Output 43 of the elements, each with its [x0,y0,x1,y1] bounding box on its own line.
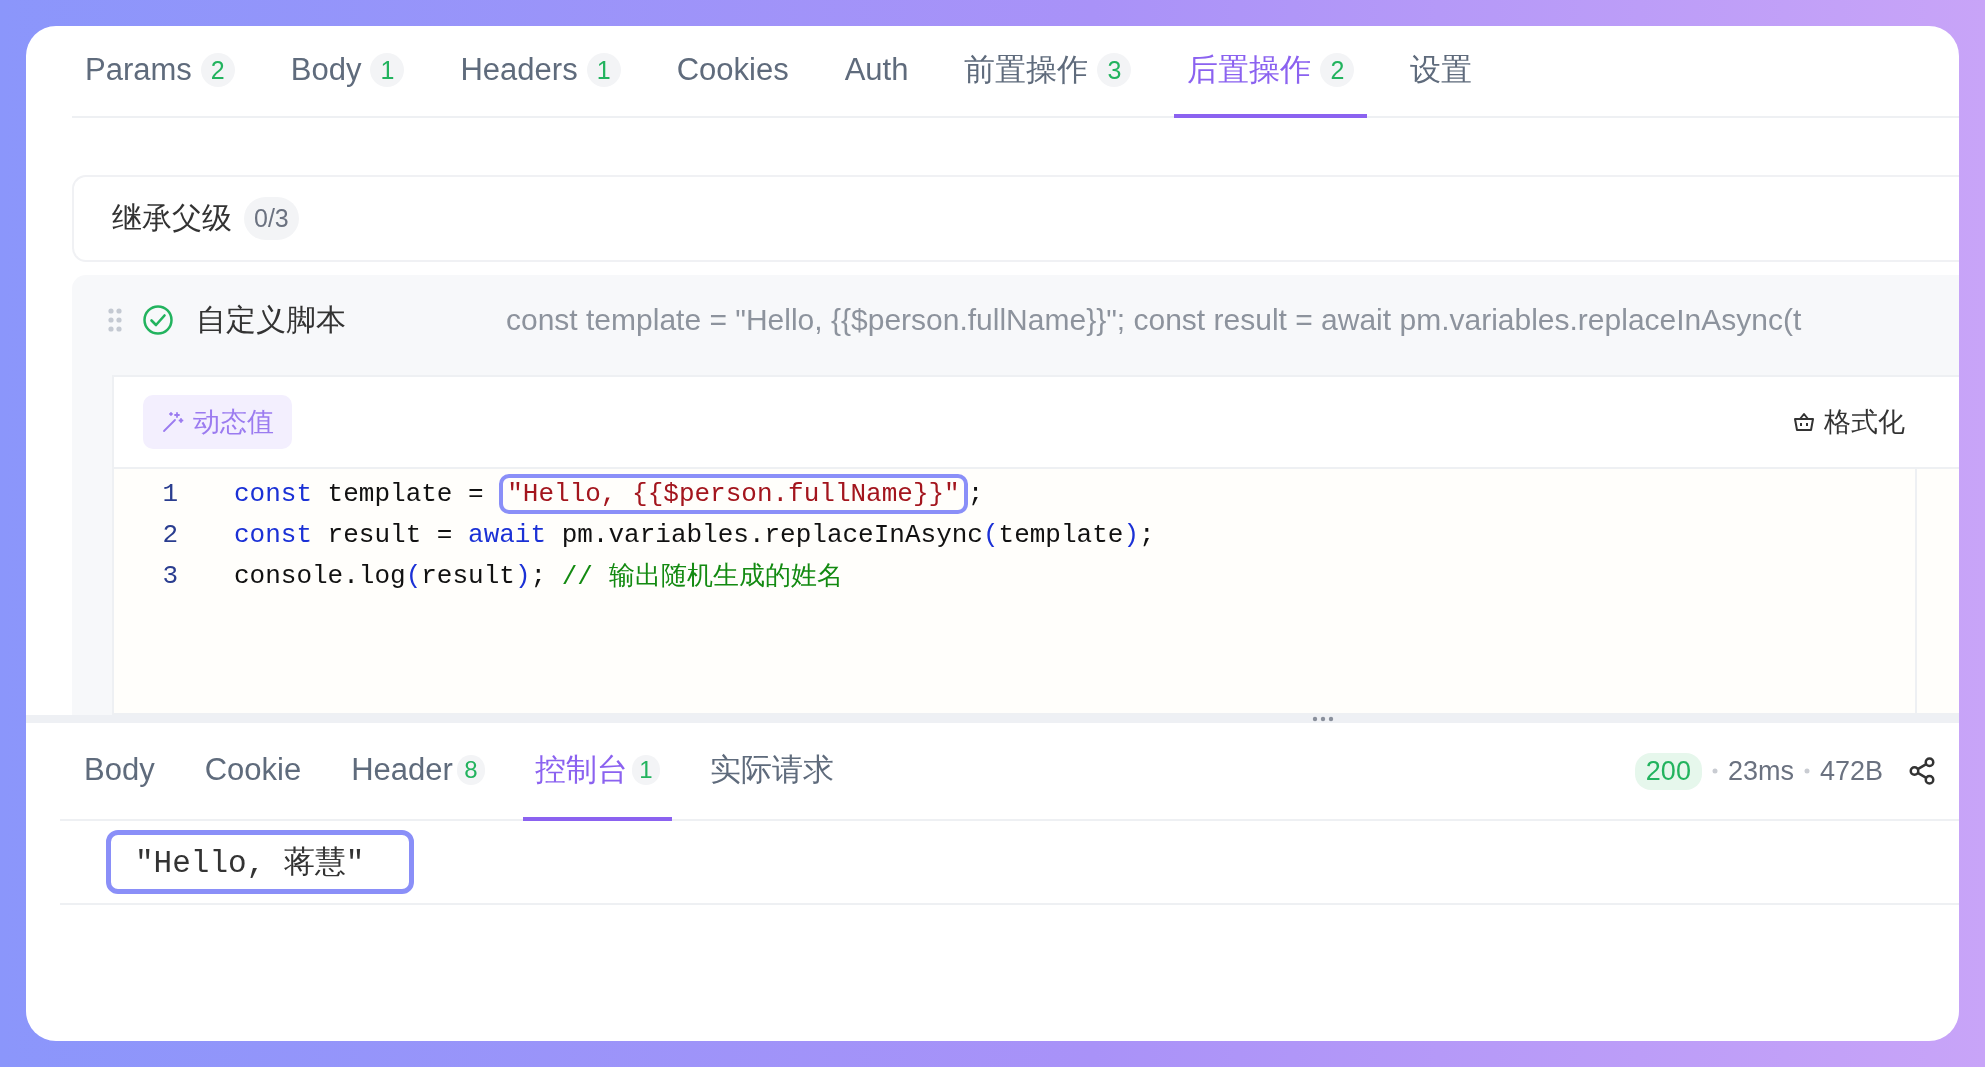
tab[interactable]: Params 2 [72,26,248,118]
tab-count: 3 [1097,53,1132,87]
response-tab[interactable]: 控制台 1 [522,723,672,821]
format-button[interactable]: 格式化 [1792,404,1905,440]
line-number: 3 [161,560,178,591]
response-size: 472B [1819,755,1883,787]
tab-count: 2 [200,53,235,87]
response-time: 23ms [1727,755,1794,787]
status-code: 200 [1634,752,1702,790]
tab[interactable]: Headers 1 [447,26,634,118]
tab[interactable]: Cookies [663,26,802,118]
separator-dot-icon [1711,768,1718,774]
script-title: 自定义脚本 [196,301,346,338]
magic-wand-icon [161,410,185,434]
basket-icon [1792,410,1816,434]
line-number: 1 [161,478,178,509]
line-number: 2 [161,519,178,550]
console-output: "Hello, 蒋慧" [106,830,414,894]
more-dots-icon[interactable] [1310,716,1335,722]
tab[interactable]: Auth [831,26,922,118]
drag-handle-icon[interactable] [108,307,122,333]
tab[interactable]: Body 1 [277,26,418,118]
tab[interactable]: 前置操作 3 [951,26,1145,118]
tab-count: 1 [370,53,405,87]
code-line: const result = await pm.variables.replaceInAsync(template); [234,519,1155,550]
check-circle-icon[interactable] [142,304,174,336]
tab[interactable]: 设置 [1397,26,1486,118]
tab-count: 1 [586,53,621,87]
response-tab[interactable]: Body [60,723,167,821]
tab[interactable]: 后置操作 2 [1174,26,1368,118]
tab-count: 2 [1320,53,1355,87]
inherit-count: 0/3 [244,197,299,240]
response-tab[interactable]: Header 8 [339,723,497,821]
dynamic-value-button[interactable]: 动态值 [143,395,292,449]
response-tab[interactable]: 实际请求 [697,723,846,821]
tab-count: 1 [631,755,660,785]
code-line: console.log(result); // 输出随机生成的姓名 [234,559,843,593]
response-tab[interactable]: Cookie [192,723,314,821]
share-icon[interactable] [1907,756,1937,786]
tab-count: 8 [456,755,485,785]
inherit-label[interactable]: 继承父级 [112,198,232,239]
script-preview: const template = "Hello, {{$person.fullName}}"; const result = await pm.variables.replaceInAsync(t [506,303,1802,337]
separator-dot-icon [1803,768,1810,774]
